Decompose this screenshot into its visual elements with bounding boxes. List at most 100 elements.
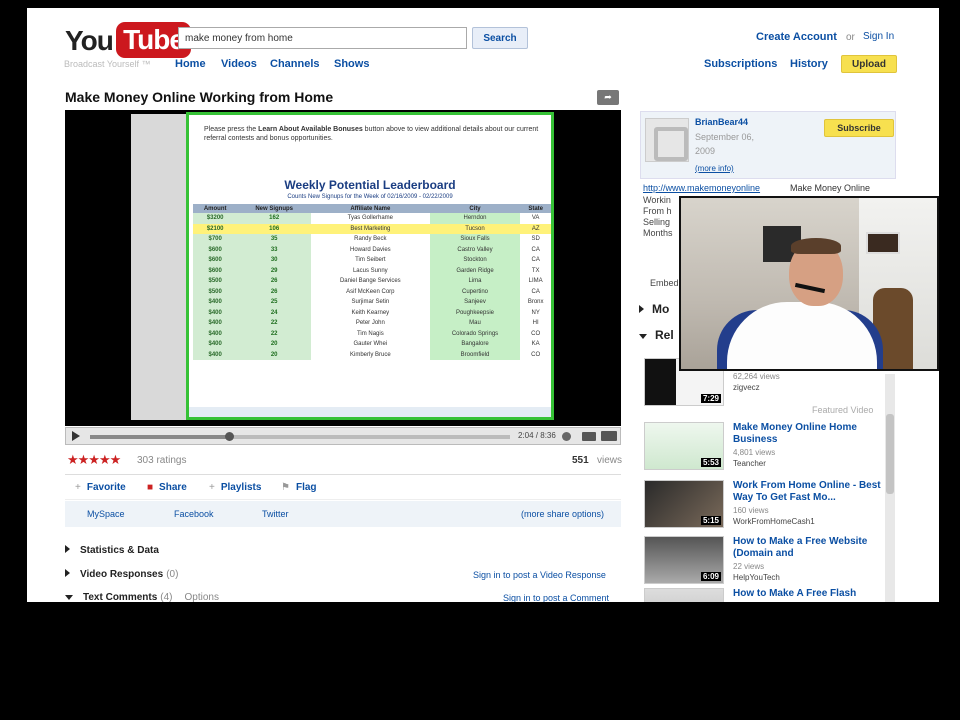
leaderboard-cell: Gauter Whei xyxy=(353,341,388,348)
related-video-author[interactable]: HelpYouTech xyxy=(733,573,780,582)
leaderboard-cell: 22 xyxy=(237,328,311,339)
webcam-overlay xyxy=(679,196,939,371)
instructions-text: Please press the xyxy=(204,126,259,133)
leaderboard-cell: 20 xyxy=(237,349,311,360)
post-video-response-link[interactable]: Sign in to post a Video Response xyxy=(473,570,606,580)
black-letterbox-bar xyxy=(0,602,960,720)
related-video-thumbnail[interactable]: 5:53 xyxy=(644,422,724,470)
leaderboard-row: $500 26 Daniel Bange Services Lima LIMA xyxy=(193,276,551,287)
leaderboard-table: Amount New Signups Affiliate Name City State… xyxy=(193,204,551,360)
scrollbar-thumb[interactable] xyxy=(886,414,894,494)
expand-arrow-icon xyxy=(639,305,644,313)
leaderboard-cell: 162 xyxy=(237,213,311,224)
related-scrollbar[interactable] xyxy=(885,374,895,602)
related-video-title[interactable]: Make Money Online Home Business xyxy=(733,422,891,446)
quality-icon[interactable] xyxy=(582,432,596,441)
related-video-title[interactable]: How to Make A Free Flash xyxy=(733,588,891,600)
sign-in-link[interactable]: Sign In xyxy=(863,31,894,42)
leaderboard-cell: NY xyxy=(531,309,540,316)
description-url-link[interactable]: http://www.makemoneyonline xyxy=(643,183,760,193)
share-arrow-icon[interactable]: ➦ xyxy=(597,90,619,105)
related-video-item[interactable]: 5:15 Work From Home Online - Best Way To … xyxy=(644,480,892,532)
nav-videos[interactable]: Videos xyxy=(221,58,257,70)
leaderboard-subtitle: Counts New Signups for the Week of 02/16… xyxy=(287,194,453,200)
nav-channels[interactable]: Channels xyxy=(270,58,320,70)
leaderboard-cell: 33 xyxy=(237,244,311,255)
leaderboard-cell: Asif McKeen Corp xyxy=(346,288,395,295)
share-button[interactable]: ■ Share xyxy=(147,482,187,493)
upload-button[interactable]: Upload xyxy=(841,55,897,73)
description-text: Make Money Online xyxy=(790,183,871,193)
related-label: Rel xyxy=(655,328,674,342)
create-account-link[interactable]: Create Account xyxy=(756,31,837,43)
leaderboard-body: $3200 162 Tyas Gollerhame Herndon VA $2100 106… xyxy=(193,213,551,360)
video-player[interactable]: Please press the Learn About Available B… xyxy=(65,110,621,426)
leaderboard-cell: Lima xyxy=(429,276,521,287)
nav-subscriptions[interactable]: Subscriptions xyxy=(704,58,777,70)
related-video-thumbnail[interactable]: 6:09 xyxy=(644,536,724,584)
related-video-thumbnail[interactable] xyxy=(644,588,724,602)
related-video-item[interactable]: How to Make A Free Flash xyxy=(644,588,892,602)
related-video-item[interactable]: 5:53 Make Money Online Home Business 4,801… xyxy=(644,422,892,474)
more-from-section-toggle[interactable]: Mo xyxy=(639,302,669,316)
leaderboard-column-header: State xyxy=(520,204,551,213)
leaderboard-cell: 25 xyxy=(237,297,311,308)
myspace-link[interactable]: MySpace xyxy=(87,509,125,519)
fullscreen-icon[interactable] xyxy=(601,431,617,441)
view-count-label: views xyxy=(597,455,623,466)
volume-icon[interactable] xyxy=(562,432,571,441)
search-input[interactable] xyxy=(178,27,467,49)
leaderboard-cell: TX xyxy=(531,267,540,274)
leaderboard-cell: Colorado Springs xyxy=(429,328,521,339)
related-video-item[interactable]: 6:09 How to Make a Free Website (Domain a… xyxy=(644,536,892,588)
leaderboard-cell: $500 xyxy=(193,286,238,297)
expand-arrow-icon xyxy=(65,545,70,553)
leaderboard-cell: $400 xyxy=(193,307,238,318)
channel-avatar[interactable] xyxy=(645,118,689,162)
related-video-author[interactable]: zigvecz xyxy=(733,383,760,392)
nav-home[interactable]: Home xyxy=(175,58,206,70)
flag-button[interactable]: ⚑ Flag xyxy=(281,482,317,493)
description-fragment: Workin From h Selling Months xyxy=(643,195,673,238)
related-video-thumbnail[interactable]: 5:15 xyxy=(644,480,724,528)
leaderboard-cell: 26 xyxy=(237,286,311,297)
progress-bar[interactable] xyxy=(90,432,510,441)
related-video-author[interactable]: WorkFromHomeCash1 xyxy=(733,517,815,526)
channel-join-date: September 06, 2009 xyxy=(695,132,755,156)
leaderboard-cell: Tyas Gollerhame xyxy=(347,215,393,222)
leaderboard-cell: $600 xyxy=(193,255,238,266)
related-video-title[interactable]: How to Make a Free Website (Domain and xyxy=(733,536,891,560)
related-video-title[interactable]: Work From Home Online - Best Way To Get … xyxy=(733,480,891,504)
play-icon[interactable] xyxy=(72,431,80,441)
nav-shows[interactable]: Shows xyxy=(334,58,369,70)
section-comments-count: (4) xyxy=(160,592,173,602)
leaderboard-cell: Sanjeev xyxy=(429,297,521,308)
search-button[interactable]: Search xyxy=(472,27,528,49)
playlists-button[interactable]: + Playlists xyxy=(209,482,261,493)
facebook-link[interactable]: Facebook xyxy=(174,509,214,519)
section-video-responses[interactable]: Video Responses (0) xyxy=(65,569,178,580)
progress-thumb[interactable] xyxy=(224,432,234,441)
nav-history[interactable]: History xyxy=(790,58,828,70)
channel-more-info-link[interactable]: (more info) xyxy=(695,164,734,173)
leaderboard-cell: 26 xyxy=(237,276,311,287)
section-statistics[interactable]: Statistics & Data xyxy=(65,545,159,556)
leaderboard-cell: 29 xyxy=(237,265,311,276)
leaderboard-row: $700 35 Randy Beck Sioux Falls SD xyxy=(193,234,551,245)
subscribe-button[interactable]: Subscribe xyxy=(824,119,894,137)
section-text-comments[interactable]: Text Comments (4) Options xyxy=(65,592,219,602)
twitter-link[interactable]: Twitter xyxy=(262,509,289,519)
related-section-toggle[interactable]: Rel xyxy=(639,328,674,342)
leaderboard-row: $600 29 Lacus Sunny Garden Ridge TX xyxy=(193,265,551,276)
more-share-options-link[interactable]: (more share options) xyxy=(521,509,604,519)
leaderboard-cell: $500 xyxy=(193,276,238,287)
flag-icon: ⚑ xyxy=(281,482,290,493)
leaderboard-cell: Herndon xyxy=(429,213,521,224)
favorite-button[interactable]: + Favorite xyxy=(75,482,126,493)
channel-name-link[interactable]: BrianBear44 xyxy=(695,117,748,127)
rating-stars[interactable]: ★★★★★ xyxy=(67,452,121,468)
player-controls: 2:04 / 8:36 xyxy=(65,427,621,445)
related-video-author[interactable]: Teancher xyxy=(733,459,766,468)
comments-options-link[interactable]: Options xyxy=(185,592,219,602)
post-comment-link[interactable]: Sign in to post a Comment xyxy=(503,593,609,602)
